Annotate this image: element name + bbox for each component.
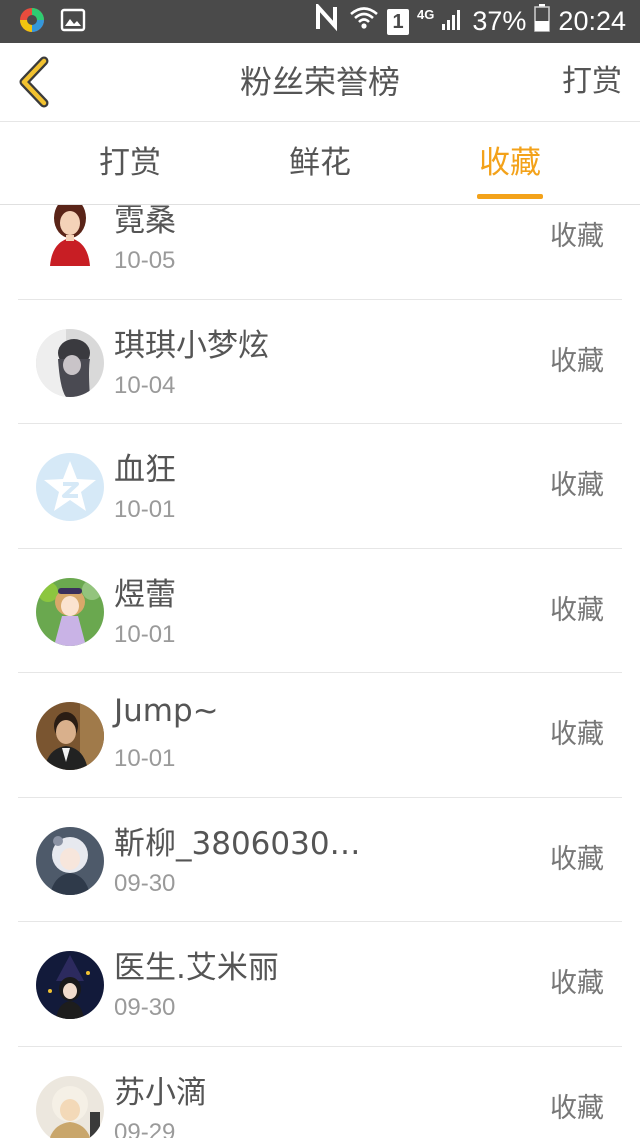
item-action-label: 收藏: [550, 345, 604, 377]
status-right: 1 4G 37% 20:24: [315, 0, 626, 43]
avatar: [36, 453, 104, 521]
item-date: 10-01: [114, 745, 176, 772]
screen: 1 4G 37% 20:24 粉丝荣誉榜 打赏 打赏 鲜花 收藏 霓桑 10-0…: [0, 0, 640, 1138]
reward-button[interactable]: 打赏: [562, 43, 622, 121]
back-button[interactable]: [10, 53, 60, 111]
user-name: 煜蕾: [114, 576, 176, 613]
fan-list[interactable]: 霓桑 10-05 收藏 琪琪小梦炫 10-04 收藏 血狂 10-01 收藏 煜…: [0, 205, 640, 1138]
tab-reward[interactable]: 打赏: [70, 122, 190, 204]
list-item[interactable]: Jump~ 10-01 收藏: [0, 673, 640, 798]
tab-flowers[interactable]: 鲜花: [260, 122, 380, 204]
fan-list-content: 霓桑 10-05 收藏 琪琪小梦炫 10-04 收藏 血狂 10-01 收藏 煜…: [0, 205, 640, 1138]
default-avatar-star-icon: [36, 453, 104, 521]
list-item[interactable]: 煜蕾 10-01 收藏: [0, 549, 640, 674]
avatar-image: [36, 328, 104, 397]
item-date: 10-05: [114, 247, 176, 274]
item-action-label: 收藏: [550, 221, 604, 252]
user-name: 医生.艾米丽: [114, 950, 279, 986]
item-date: 10-04: [114, 371, 176, 399]
item-action-label: 收藏: [550, 470, 604, 501]
wifi-icon: [349, 5, 379, 38]
avatar-image: [36, 577, 104, 646]
clock-time: 20:24: [558, 6, 626, 36]
user-name: 琪琪小梦炫: [114, 327, 269, 364]
item-date: 09-30: [114, 869, 176, 897]
avatar-image: [36, 826, 104, 895]
user-name: 苏小滴: [114, 1074, 207, 1111]
network-type-label: 4G: [417, 7, 435, 22]
item-date: 09-29: [114, 1118, 176, 1138]
item-action-label: 收藏: [550, 594, 604, 626]
item-action-label: 收藏: [550, 1092, 604, 1124]
tab-active-indicator: [477, 194, 543, 199]
sim-number: 1: [392, 10, 404, 33]
status-bar: 1 4G 37% 20:24: [0, 0, 640, 43]
avatar: [36, 951, 104, 1019]
tab-bar: 打赏 鲜花 收藏: [0, 122, 640, 205]
nav-bar: 粉丝荣誉榜 打赏: [0, 43, 640, 122]
list-item[interactable]: 霓桑 10-05 收藏: [0, 205, 640, 300]
battery-icon: [534, 4, 551, 39]
user-name: 霓桑: [114, 205, 176, 239]
app-store-icon: [18, 6, 46, 38]
tab-favorites[interactable]: 收藏: [450, 122, 570, 204]
avatar: [36, 205, 104, 272]
avatar-image: [50, 205, 90, 266]
item-action-label: 收藏: [550, 968, 604, 999]
list-item[interactable]: 靳柳_3806030… 09-30 收藏: [0, 798, 640, 923]
image-icon: [60, 7, 86, 37]
list-item[interactable]: 医生.艾米丽 09-30 收藏: [0, 922, 640, 1047]
item-date: 09-30: [114, 994, 176, 1021]
avatar: [36, 328, 104, 397]
item-action-label: 收藏: [550, 719, 604, 750]
item-date: 10-01: [114, 496, 176, 523]
avatar-image: [36, 951, 104, 1019]
avatar: [36, 1075, 104, 1138]
avatar: [36, 826, 104, 895]
user-name: Jump~: [114, 693, 219, 729]
sim-icon: 1: [387, 8, 410, 35]
avatar: [36, 702, 104, 770]
page-title: 粉丝荣誉榜: [239, 63, 400, 101]
item-date: 10-01: [114, 620, 176, 648]
battery-percent: 37%: [472, 6, 527, 36]
chevron-left-icon: [19, 56, 49, 108]
avatar-image: [36, 702, 104, 770]
status-left: [18, 6, 86, 38]
user-name: 血狂: [114, 452, 176, 488]
list-item[interactable]: 琪琪小梦炫 10-04 收藏: [0, 300, 640, 425]
avatar-image: [36, 1075, 104, 1138]
signal-icon: [442, 7, 464, 37]
avatar: [36, 577, 104, 646]
item-action-label: 收藏: [550, 843, 604, 875]
nfc-icon: [315, 1, 341, 39]
list-item[interactable]: 血狂 10-01 收藏: [0, 424, 640, 549]
list-item[interactable]: 苏小滴 09-29 收藏: [0, 1047, 640, 1138]
user-name: 靳柳_3806030…: [114, 825, 361, 862]
